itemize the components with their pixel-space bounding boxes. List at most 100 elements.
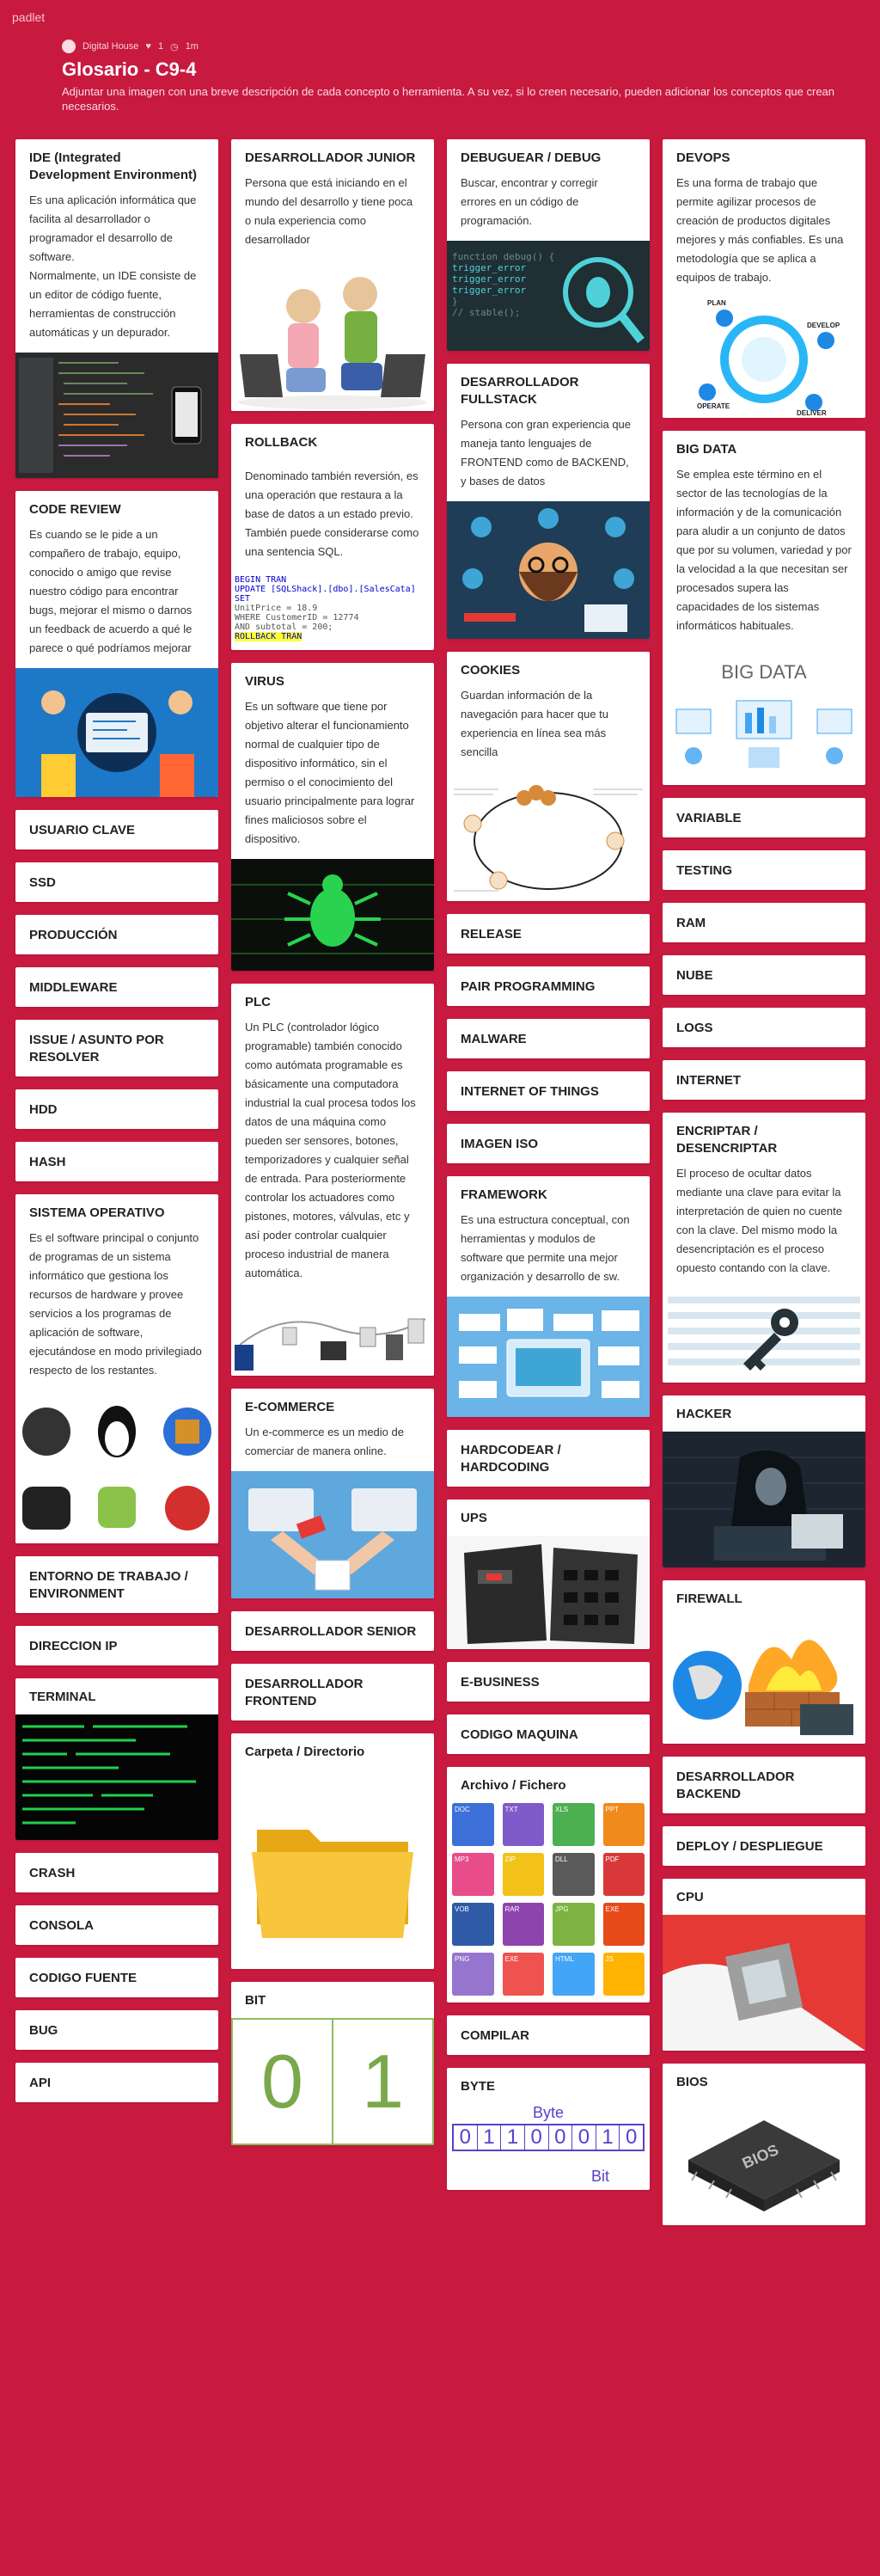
- column-2: DESARROLLADOR JUNIOR Persona que está in…: [231, 139, 434, 2158]
- post-card[interactable]: HACKER: [663, 1395, 865, 1567]
- post-title: TERMINAL: [29, 1690, 96, 1704]
- sql-line: UPDATE [SQLShack].[dbo].[SalesCata]: [235, 585, 416, 594]
- post-card[interactable]: FIREWALL: [663, 1580, 865, 1744]
- os-logos-image[interactable]: [15, 1390, 218, 1543]
- post-card[interactable]: HDD: [15, 1089, 218, 1129]
- post-card[interactable]: COOKIES Guardan información de la navega…: [447, 652, 650, 901]
- post-card[interactable]: MALWARE: [447, 1019, 650, 1058]
- post-card[interactable]: MIDDLEWARE: [15, 967, 218, 1007]
- file-types-image[interactable]: DOC TXT XLS PPT MP3 ZIP DLL PDF VOB RAR …: [447, 1803, 650, 2003]
- framework-logos-image[interactable]: [447, 1297, 650, 1417]
- post-card[interactable]: BYTE Byte 0 1 1 0 0 0 1 0 Bit: [447, 2068, 650, 2190]
- bit-image[interactable]: 0 1: [231, 2018, 434, 2145]
- devops-cycle-image[interactable]: PLAN DEVELOP OPERATE DELIVER: [663, 297, 865, 418]
- post-card[interactable]: E-BUSINESS: [447, 1662, 650, 1702]
- post-card[interactable]: CODIGO MAQUINA: [447, 1714, 650, 1754]
- post-card[interactable]: BIOS BIOS: [663, 2064, 865, 2225]
- junior-kids-laptops-image[interactable]: [231, 260, 434, 411]
- sql-line: BEGIN TRAN: [235, 575, 287, 585]
- post-card[interactable]: PLC Un PLC (controlador lógico programab…: [231, 984, 434, 1376]
- post-card[interactable]: API: [15, 2063, 218, 2102]
- post-card[interactable]: DEBUGUEAR / DEBUG Buscar, encontrar y co…: [447, 139, 650, 351]
- post-card[interactable]: SISTEMA OPERATIVO Es el software princip…: [15, 1194, 218, 1543]
- post-card[interactable]: ENTORNO DE TRABAJO / ENVIRONMENT: [15, 1556, 218, 1613]
- padlet-logo[interactable]: padlet: [12, 10, 45, 24]
- post-card[interactable]: HASH: [15, 1142, 218, 1181]
- post-card[interactable]: ENCRIPTAR / DESENCRIPTAR El proceso de o…: [663, 1113, 865, 1383]
- fullstack-image[interactable]: [447, 501, 650, 639]
- post-card[interactable]: FRAMEWORK Es una estructura conceptual, …: [447, 1176, 650, 1417]
- post-card[interactable]: PAIR PROGRAMMING: [447, 966, 650, 1006]
- author-name[interactable]: Digital House: [82, 41, 138, 52]
- post-card[interactable]: ISSUE / ASUNTO POR RESOLVER: [15, 1020, 218, 1076]
- post-card[interactable]: DIRECCION IP: [15, 1626, 218, 1665]
- bios-chip-image[interactable]: BIOS: [663, 2100, 865, 2225]
- encryption-key-image[interactable]: [663, 1288, 865, 1383]
- ide-screenshot-image[interactable]: [15, 353, 218, 478]
- plc-network-image[interactable]: [231, 1293, 434, 1376]
- post-card[interactable]: Carpeta / Directorio: [231, 1733, 434, 1969]
- heart-icon[interactable]: ♥: [145, 41, 151, 52]
- post-title: E-BUSINESS: [461, 1675, 540, 1690]
- post-card[interactable]: VIRUS Es un software que tiene por objet…: [231, 663, 434, 971]
- post-card[interactable]: Archivo / Fichero DOC TXT XLS PPT MP3 ZI…: [447, 1767, 650, 2003]
- post-card[interactable]: UPS: [447, 1500, 650, 1649]
- post-card[interactable]: BIT 0 1: [231, 1982, 434, 2145]
- post-body: Es una aplicación informática que facili…: [29, 193, 197, 339]
- cookies-diagram-image[interactable]: [447, 772, 650, 901]
- sql-rollback-image[interactable]: BEGIN TRAN UPDATE [SQLShack].[dbo].[Sale…: [231, 572, 434, 650]
- terminal-image[interactable]: [15, 1714, 218, 1840]
- post-card[interactable]: BIG DATA Se emplea este término en el se…: [663, 431, 865, 785]
- post-card[interactable]: LOGS: [663, 1008, 865, 1047]
- ecommerce-image[interactable]: [231, 1471, 434, 1598]
- post-card[interactable]: BUG: [15, 2010, 218, 2050]
- post-title: DEPLOY / DESPLIEGUE: [676, 1839, 823, 1854]
- virus-bug-image[interactable]: [231, 859, 434, 971]
- post-card[interactable]: DEPLOY / DESPLIEGUE: [663, 1826, 865, 1866]
- post-card[interactable]: USUARIO CLAVE: [15, 810, 218, 849]
- author-avatar[interactable]: [62, 40, 76, 53]
- debug-image[interactable]: function debug() { trigger_error trigger…: [447, 241, 650, 351]
- post-card[interactable]: DEVOPS Es una forma de trabajo que permi…: [663, 139, 865, 418]
- post-card[interactable]: TESTING: [663, 850, 865, 890]
- post-card[interactable]: INTERNET OF THINGS: [447, 1071, 650, 1111]
- post-card[interactable]: CPU: [663, 1879, 865, 2051]
- post-card[interactable]: IDE (Integrated Development Environment)…: [15, 139, 218, 478]
- post-card[interactable]: TERMINAL: [15, 1678, 218, 1840]
- post-card[interactable]: CODE REVIEW Es cuando se le pide a un co…: [15, 491, 218, 797]
- post-card[interactable]: IMAGEN ISO: [447, 1124, 650, 1163]
- post-card[interactable]: DESARROLLADOR FRONTEND: [231, 1664, 434, 1720]
- post-card[interactable]: E-COMMERCE Un e-commerce es un medio de …: [231, 1389, 434, 1598]
- post-card[interactable]: CODIGO FUENTE: [15, 1958, 218, 1997]
- post-card[interactable]: DESARROLLADOR SENIOR: [231, 1611, 434, 1651]
- big-data-image[interactable]: BIG DATA: [663, 646, 865, 785]
- post-title: E-COMMERCE: [245, 1400, 335, 1414]
- post-card[interactable]: DESARROLLADOR FULLSTACK Persona con gran…: [447, 364, 650, 639]
- firewall-image[interactable]: [663, 1616, 865, 1744]
- post-title: VARIABLE: [676, 811, 742, 825]
- post-card[interactable]: HARDCODEAR / HARDCODING: [447, 1430, 650, 1487]
- post-card[interactable]: ROLLBACK Denominado también reversión, e…: [231, 424, 434, 650]
- folder-image[interactable]: [231, 1769, 434, 1969]
- file-icon: DLL: [553, 1853, 595, 1896]
- post-card[interactable]: CONSOLA: [15, 1905, 218, 1945]
- post-card[interactable]: RAM: [663, 903, 865, 942]
- post-card[interactable]: DESARROLLADOR JUNIOR Persona que está in…: [231, 139, 434, 411]
- post-card[interactable]: COMPILAR: [447, 2015, 650, 2055]
- post-card[interactable]: PRODUCCIÓN: [15, 915, 218, 954]
- hacker-image[interactable]: [663, 1432, 865, 1567]
- post-body: Denominado también reversión, es una ope…: [245, 469, 419, 558]
- post-card[interactable]: NUBE: [663, 955, 865, 995]
- cpu-image[interactable]: [663, 1915, 865, 2051]
- post-card[interactable]: RELEASE: [447, 914, 650, 954]
- post-card[interactable]: INTERNET: [663, 1060, 865, 1100]
- post-card[interactable]: VARIABLE: [663, 798, 865, 837]
- code-review-image[interactable]: [15, 668, 218, 797]
- post-card[interactable]: DESARROLLADOR BACKEND: [663, 1757, 865, 1813]
- post-card[interactable]: CRASH: [15, 1853, 218, 1892]
- byte-diagram-image[interactable]: Byte 0 1 1 0 0 0 1 0 Bit: [447, 2104, 650, 2190]
- byte-label: Byte: [532, 2104, 565, 2121]
- bit-zero: 0: [233, 2020, 333, 2144]
- ups-image[interactable]: [447, 1536, 650, 1649]
- post-card[interactable]: SSD: [15, 862, 218, 902]
